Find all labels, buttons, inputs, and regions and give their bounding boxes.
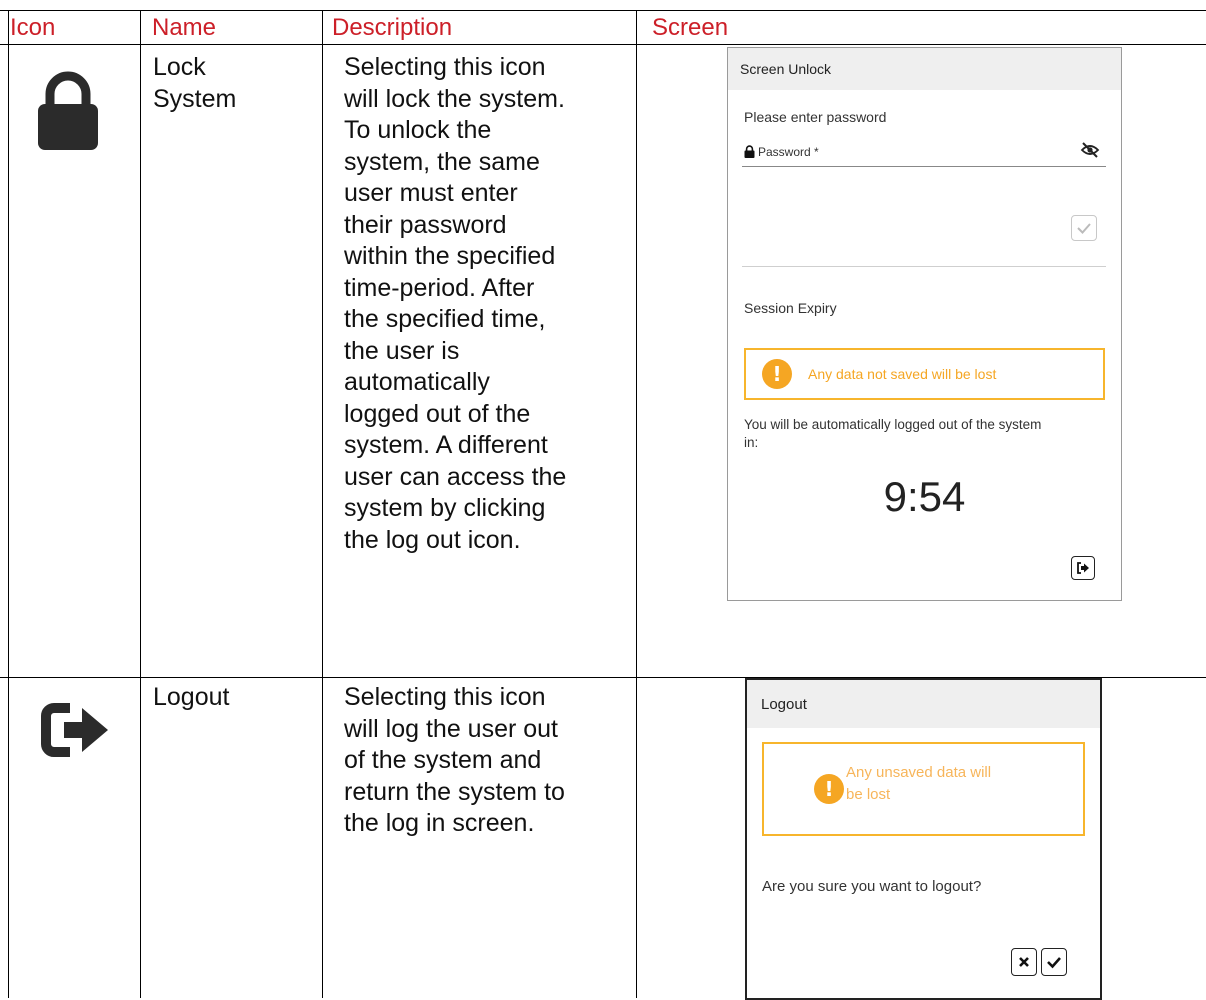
row1-desc-line: the user is <box>344 336 460 365</box>
row1-desc-line: Selecting this icon <box>344 53 546 81</box>
row2-desc-line: of the system and <box>344 746 542 774</box>
row2-desc-line: will log the user out <box>344 714 559 743</box>
dialog-title: Screen Unlock <box>740 61 832 77</box>
row1-desc-line: system. A different <box>344 431 548 459</box>
row1-desc-line: system, the same <box>344 147 540 176</box>
lock-icon <box>38 71 98 150</box>
warning-box: ! Any unsaved data will be lost <box>762 742 1085 836</box>
row1-desc-line: within the specified <box>344 242 556 270</box>
row1-desc-line: the log out icon. <box>344 525 521 554</box>
row1-description: Selecting this icon will lock the system… <box>344 52 566 556</box>
exclamation-icon: ! <box>762 359 792 389</box>
countdown-timer: 9:54 <box>883 473 966 520</box>
row1-desc-line: automatically <box>344 368 490 396</box>
confirm-logout-button[interactable] <box>1041 948 1067 976</box>
confirm-button[interactable] <box>1071 215 1097 241</box>
dialog-title: Logout <box>761 696 807 713</box>
password-input[interactable] <box>742 136 1106 167</box>
warning-text: Any data not saved will be lost <box>808 366 997 382</box>
warning-box: ! Any data not saved will be lost <box>744 348 1105 400</box>
row2-desc-line: Selecting this icon <box>344 683 546 711</box>
header-name: Name <box>152 14 217 41</box>
row2-desc-line: return the system to <box>344 777 565 806</box>
row2-description: Selecting this icon will log the user ou… <box>344 682 565 840</box>
row1-desc-line: the specified time, <box>344 305 546 333</box>
row1-desc-line: their password <box>344 210 507 239</box>
warning-line2: be lost <box>846 786 891 803</box>
header-screen: Screen <box>652 14 729 41</box>
row2-desc-line: the log in screen. <box>344 809 535 837</box>
col-rule-4 <box>636 10 637 998</box>
check-icon <box>1077 223 1091 234</box>
row1-desc-line: will lock the system. <box>344 84 565 113</box>
col-rule-1 <box>8 10 9 998</box>
header-bottom-rule <box>0 44 1206 45</box>
row1-desc-line: user must enter <box>344 179 518 207</box>
row2-name: Logout <box>153 682 229 714</box>
header-top-rule <box>0 10 1206 11</box>
header-description: Description <box>332 14 453 41</box>
logout-dialog: Logout ! Any unsaved data will be lost A… <box>745 678 1102 1000</box>
logout-question: Are you sure you want to logout? <box>762 878 982 895</box>
screen-unlock-dialog: Screen Unlock Please enter password Pass… <box>727 47 1122 601</box>
check-icon <box>1047 957 1061 969</box>
warning-text: Any unsaved data will be lost <box>846 762 991 806</box>
dialog-header: Logout <box>747 680 1100 728</box>
section-divider <box>742 266 1106 267</box>
sign-out-icon <box>1077 562 1089 574</box>
row1-name: Lock System <box>153 52 236 115</box>
row1-name-line2: System <box>153 84 237 113</box>
row1-desc-line: To unlock the <box>344 116 492 144</box>
auto-logout-line1: You will be automatically logged out of … <box>744 417 1042 432</box>
col-rule-3 <box>322 10 323 998</box>
auto-logout-line2: in: <box>744 435 759 450</box>
auto-logout-text: You will be automatically logged out of … <box>744 416 1041 452</box>
row1-desc-line: user can access the <box>344 462 567 491</box>
row-divider-1-left <box>0 677 117 678</box>
close-icon <box>1019 957 1029 967</box>
row1-desc-line: time-period. After <box>344 273 535 302</box>
logout-button[interactable] <box>1071 556 1095 580</box>
warning-line1: Any unsaved data will <box>846 764 992 781</box>
exclamation-icon: ! <box>814 774 844 804</box>
row1-desc-line: system by clicking <box>344 494 546 522</box>
sign-out-icon <box>41 703 108 757</box>
dialog-header: Screen Unlock <box>728 48 1121 90</box>
row1-desc-line: logged out of the <box>344 399 531 428</box>
session-expiry-title: Session Expiry <box>744 300 837 316</box>
row1-name-line1: Lock <box>153 53 206 81</box>
header-icon: Icon <box>10 14 56 41</box>
cancel-button[interactable] <box>1011 948 1037 976</box>
password-prompt: Please enter password <box>744 109 887 125</box>
col-rule-2 <box>140 10 141 998</box>
row2-name-line1: Logout <box>153 683 230 711</box>
eye-slash-icon[interactable] <box>1080 142 1100 158</box>
